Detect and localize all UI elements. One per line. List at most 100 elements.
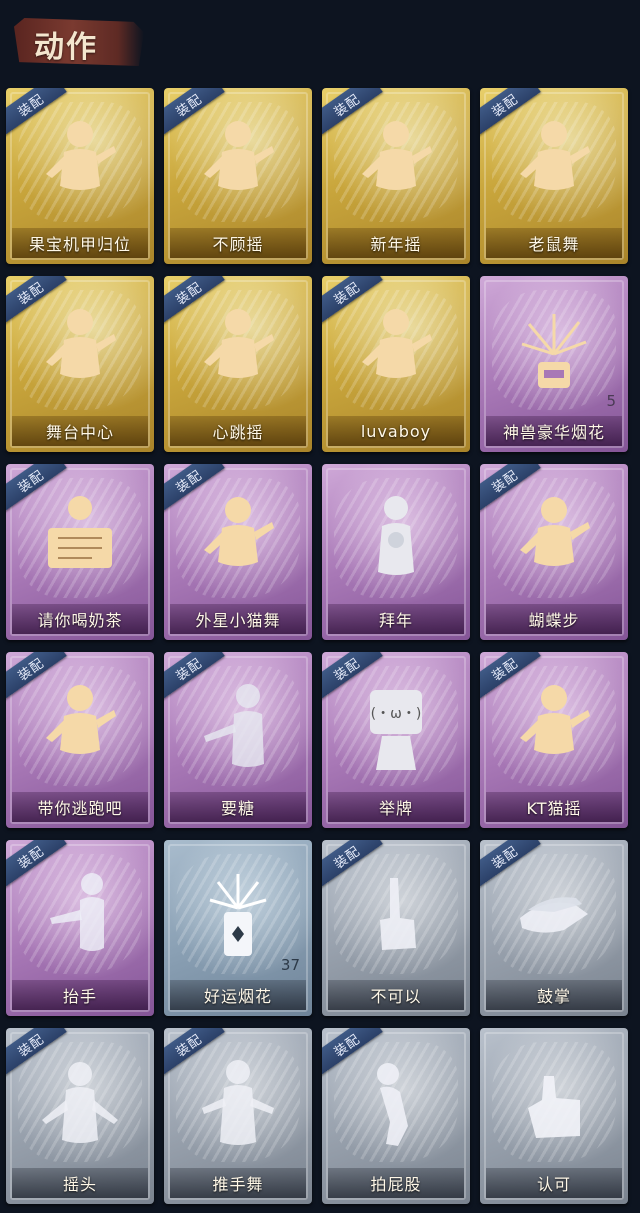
emote-name: 带你逃跑吧 [37, 799, 123, 818]
emote-card[interactable]: 认可 [480, 1028, 628, 1204]
emote-card[interactable]: 装配 鼓掌 [480, 840, 628, 1016]
emote-card[interactable]: 装配 推手舞 [164, 1028, 312, 1204]
push-hands-figure-icon [198, 1056, 278, 1152]
svg-text:(・ω・): (・ω・) [371, 706, 422, 722]
card-label-bar: 鼓掌 [486, 980, 622, 1010]
emote-card[interactable]: 37 好运烟花 [164, 840, 312, 1016]
card-label-bar: 抬手 [12, 980, 148, 1010]
thumbs-up-icon [514, 1056, 594, 1152]
item-count: 5 [606, 392, 616, 410]
emote-card[interactable]: 装配 请你喝奶茶 [6, 464, 154, 640]
emote-card[interactable]: 装配 要糖 [164, 652, 312, 828]
dance-figure-icon [198, 304, 278, 400]
dance-figure-icon [198, 116, 278, 212]
emote-card[interactable]: 装配 拍屁股 [322, 1028, 470, 1204]
finger-wag-icon [356, 868, 436, 964]
emote-card[interactable]: 5 神兽豪华烟花 [480, 276, 628, 452]
emote-card[interactable]: (・ω・) 装配 举牌 [322, 652, 470, 828]
emote-name: luvaboy [360, 421, 432, 441]
emote-card[interactable]: 装配 老鼠舞 [480, 88, 628, 264]
card-label-bar: 举牌 [328, 792, 464, 822]
emote-card[interactable]: 装配 摇头 [6, 1028, 154, 1204]
bow-figure-icon [356, 492, 436, 588]
dance-figure-icon [356, 304, 436, 400]
card-label-bar: 神兽豪华烟花 [486, 416, 622, 446]
figure-holding-sign-icon: (・ω・) [356, 680, 436, 776]
emote-name: 神兽豪华烟花 [502, 423, 605, 442]
card-label-bar: 推手舞 [170, 1168, 306, 1198]
emote-name: 果宝机甲归位 [28, 235, 131, 254]
emote-name: 老鼠舞 [528, 235, 580, 254]
emote-card[interactable]: 装配 心跳摇 [164, 276, 312, 452]
card-label-bar: luvaboy [328, 416, 464, 446]
emote-card[interactable]: 装配 果宝机甲归位 [6, 88, 154, 264]
emote-card[interactable]: 装配 外星小猫舞 [164, 464, 312, 640]
raise-hand-figure-icon [40, 868, 120, 964]
figure-with-sign-icon [40, 492, 120, 588]
firework-box-icon [514, 304, 594, 400]
emote-name: 心跳摇 [212, 423, 264, 442]
emote-name: 推手舞 [212, 1175, 264, 1194]
emote-name: 要糖 [220, 799, 255, 818]
card-label-bar: 认可 [486, 1168, 622, 1198]
card-label-bar: 老鼠舞 [486, 228, 622, 258]
emote-name: 蝴蝶步 [528, 611, 580, 630]
card-label-bar: 舞台中心 [12, 416, 148, 446]
emote-name: 外星小猫舞 [195, 611, 281, 630]
clapping-hands-icon [514, 868, 594, 964]
card-label-bar: 拜年 [328, 604, 464, 634]
emote-name: 鼓掌 [536, 987, 571, 1006]
dance-figure-icon [40, 304, 120, 400]
card-label-bar: 要糖 [170, 792, 306, 822]
card-label-bar: 带你逃跑吧 [12, 792, 148, 822]
dance-figure-icon [514, 492, 594, 588]
emote-name: 好运烟花 [203, 987, 272, 1006]
emote-name: 请你喝奶茶 [37, 611, 123, 630]
item-count: 37 [280, 956, 300, 974]
emote-card[interactable]: 装配 新年摇 [322, 88, 470, 264]
card-label-bar: 外星小猫舞 [170, 604, 306, 634]
page-title: 动作 [34, 30, 98, 65]
emote-card[interactable]: 装配 KT猫摇 [480, 652, 628, 828]
reach-figure-icon [198, 680, 278, 776]
emote-name: KT猫摇 [526, 799, 582, 818]
card-label-bar: 请你喝奶茶 [12, 604, 148, 634]
dance-figure-icon [40, 116, 120, 212]
emote-card[interactable]: 装配 抬手 [6, 840, 154, 1016]
header: 动作 [0, 0, 640, 80]
emote-card[interactable]: 装配 luvaboy [322, 276, 470, 452]
dance-figure-icon [356, 116, 436, 212]
firework-can-icon [198, 868, 278, 964]
emote-name: 新年摇 [370, 235, 422, 254]
emote-card[interactable]: 拜年 [322, 464, 470, 640]
emote-name: 举牌 [378, 799, 413, 818]
emote-name: 抬手 [62, 987, 97, 1006]
emote-card[interactable]: 装配 带你逃跑吧 [6, 652, 154, 828]
emote-name: 拍屁股 [370, 1175, 422, 1194]
pat-figure-icon [356, 1056, 436, 1152]
card-label-bar: 拍屁股 [328, 1168, 464, 1198]
dance-figure-icon [198, 492, 278, 588]
dance-figure-icon [514, 680, 594, 776]
card-label-bar: 新年摇 [328, 228, 464, 258]
emote-name: 舞台中心 [45, 423, 114, 442]
card-label-bar: 不可以 [328, 980, 464, 1010]
emote-card[interactable]: 装配 蝴蝶步 [480, 464, 628, 640]
emote-card[interactable]: 装配 舞台中心 [6, 276, 154, 452]
card-label-bar: 好运烟花 [170, 980, 306, 1010]
shake-head-figure-icon [40, 1056, 120, 1152]
card-label-bar: 不顾摇 [170, 228, 306, 258]
emote-name: 不可以 [370, 987, 422, 1006]
card-label-bar: 蝴蝶步 [486, 604, 622, 634]
card-label-bar: KT猫摇 [486, 792, 622, 822]
dance-figure-icon [40, 680, 120, 776]
emote-name: 摇头 [62, 1175, 97, 1194]
emote-card[interactable]: 装配 不顾摇 [164, 88, 312, 264]
emote-name: 不顾摇 [212, 235, 264, 254]
emote-card[interactable]: 装配 不可以 [322, 840, 470, 1016]
emote-name: 拜年 [378, 611, 413, 630]
card-label-bar: 摇头 [12, 1168, 148, 1198]
card-label-bar: 心跳摇 [170, 416, 306, 446]
emote-name: 认可 [536, 1175, 571, 1194]
dance-figure-icon [514, 116, 594, 212]
